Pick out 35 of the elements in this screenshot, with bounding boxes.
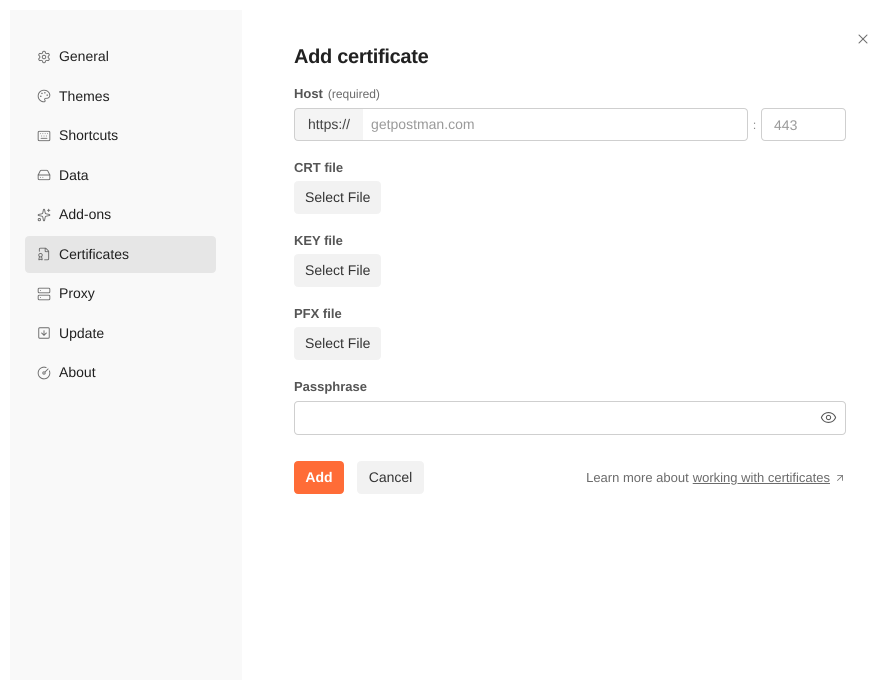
sidebar-item[interactable]: Update bbox=[25, 314, 216, 352]
sparkles-icon bbox=[37, 208, 51, 222]
sidebar-item[interactable]: Shortcuts bbox=[25, 117, 216, 154]
select-file-button[interactable]: Select File bbox=[294, 254, 382, 287]
select-file-button[interactable]: Select File bbox=[294, 327, 382, 360]
cancel-button[interactable]: Cancel bbox=[357, 461, 424, 494]
field-label: Passphrase bbox=[294, 379, 368, 395]
download-icon bbox=[37, 326, 51, 340]
eye-icon[interactable] bbox=[820, 409, 837, 426]
dialog-title: Add certificate bbox=[294, 45, 430, 70]
sidebar-item[interactable]: Proxy bbox=[25, 275, 216, 312]
port-separator: : bbox=[752, 116, 758, 134]
help-text: Learn more about bbox=[586, 468, 689, 487]
gauge-icon bbox=[37, 366, 51, 380]
drive-icon bbox=[37, 168, 51, 182]
sidebar-item[interactable]: Add-ons bbox=[25, 196, 216, 233]
field-label: CRT file bbox=[294, 160, 344, 176]
certificate-icon bbox=[37, 247, 51, 261]
sidebar-item[interactable]: General bbox=[25, 38, 216, 75]
sidebar-item[interactable]: Themes bbox=[25, 78, 216, 114]
keyboard-icon bbox=[37, 128, 51, 142]
sidebar-item[interactable]: Certificates bbox=[25, 236, 216, 272]
field-label: PFX file bbox=[294, 306, 343, 322]
field-label: KEY file bbox=[294, 233, 344, 249]
gear-icon bbox=[37, 50, 51, 64]
sidebar-item[interactable]: Data bbox=[25, 156, 216, 194]
field-hint: (required) bbox=[328, 86, 380, 102]
field-label: Host bbox=[294, 86, 323, 102]
sidebar-item[interactable]: About bbox=[25, 354, 216, 391]
palette-icon bbox=[37, 89, 51, 103]
select-file-button[interactable]: Select File bbox=[294, 181, 382, 214]
passphrase-field[interactable] bbox=[294, 401, 846, 435]
server-icon bbox=[37, 286, 51, 300]
help-link[interactable]: working with certificates bbox=[692, 468, 830, 488]
port-field[interactable]: 443 bbox=[761, 108, 846, 141]
